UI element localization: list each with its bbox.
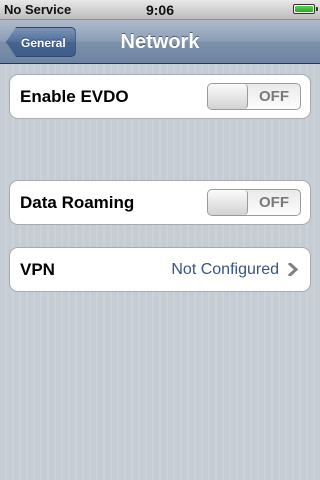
- enable-evdo-row: Enable EVDO OFF: [9, 74, 311, 119]
- chevron-right-icon: [288, 263, 299, 276]
- battery-icon: [293, 4, 318, 14]
- vpn-status-value: Not Configured: [171, 261, 279, 278]
- toggle-knob[interactable]: [208, 190, 248, 215]
- toggle-state-label: OFF: [259, 194, 289, 211]
- enable-evdo-label: Enable EVDO: [20, 87, 129, 106]
- battery-level-fill: [295, 6, 313, 12]
- toggle-state-label: OFF: [259, 88, 289, 105]
- data-roaming-toggle[interactable]: OFF: [207, 189, 301, 216]
- back-button-general[interactable]: General: [6, 27, 76, 57]
- battery-tip: [316, 7, 318, 11]
- enable-evdo-toggle[interactable]: OFF: [207, 83, 301, 110]
- vpn-row[interactable]: VPN Not Configured: [9, 247, 311, 292]
- vpn-label: VPN: [20, 260, 55, 279]
- toggle-knob[interactable]: [208, 84, 248, 109]
- status-bar: No Service 9:06: [0, 0, 320, 20]
- data-roaming-label: Data Roaming: [20, 193, 135, 212]
- status-time: 9:06: [145, 2, 175, 18]
- navigation-bar: General Network: [0, 20, 320, 64]
- data-roaming-row: Data Roaming OFF: [9, 180, 311, 225]
